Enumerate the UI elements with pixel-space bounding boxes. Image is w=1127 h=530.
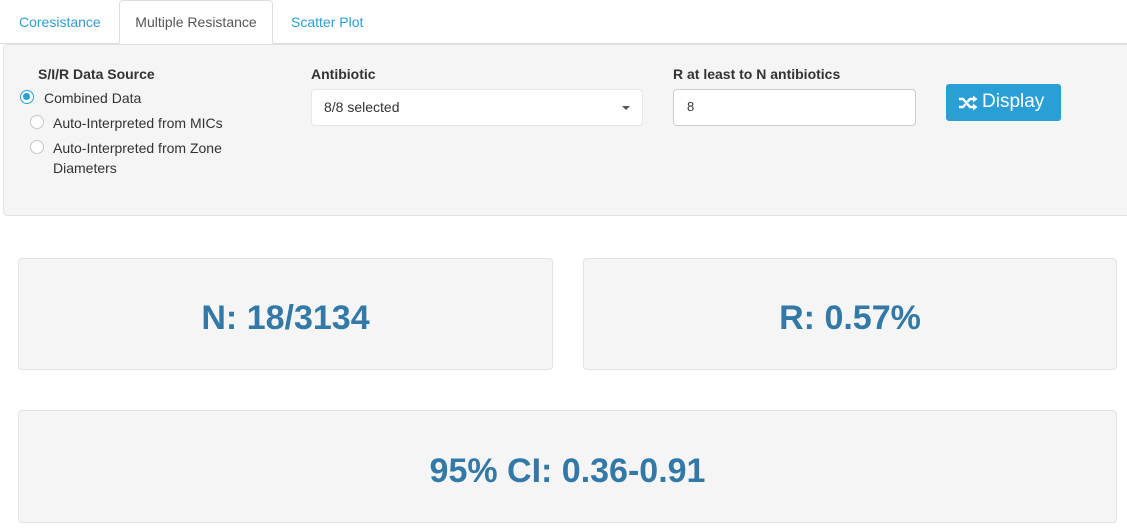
- radio-label-line1: Auto-Interpreted from Zone: [53, 140, 222, 156]
- radio-combined-data[interactable]: Combined Data: [18, 88, 218, 108]
- antibiotic-select-value: 8/8 selected: [324, 99, 400, 115]
- display-button[interactable]: Display: [946, 84, 1061, 121]
- controls-panel: S/I/R Data Source Combined Data Auto-Int…: [3, 44, 1127, 216]
- tab-bar: Coresistance Multiple Resistance Scatter…: [0, 0, 1127, 44]
- r-stat-box: R: 0.57%: [583, 258, 1117, 370]
- r-at-least-input-value: 8: [687, 99, 695, 114]
- antibiotic-label: Antibiotic: [311, 66, 376, 82]
- radio-button[interactable]: [30, 140, 44, 154]
- radio-button[interactable]: [30, 115, 44, 129]
- radio-button-checked[interactable]: [20, 90, 34, 104]
- radio-auto-zone[interactable]: Auto-Interpreted from Zone Diameters: [28, 138, 268, 178]
- radio-label: Combined Data: [44, 90, 142, 106]
- tab-multiple-resistance[interactable]: Multiple Resistance: [119, 0, 273, 44]
- r-at-least-label: R at least to N antibiotics: [673, 66, 841, 82]
- display-button-label: Display: [982, 91, 1045, 112]
- tab-scatter-plot[interactable]: Scatter Plot: [291, 0, 363, 42]
- r-at-least-input[interactable]: 8: [673, 89, 916, 126]
- radio-label: Auto-Interpreted from MICs: [53, 115, 223, 131]
- radio-label-line2: Diameters: [53, 160, 117, 176]
- ci-stat-box: 95% CI: 0.36-0.91: [18, 410, 1117, 523]
- antibiotic-select[interactable]: 8/8 selected: [311, 89, 643, 126]
- tab-coresistance[interactable]: Coresistance: [19, 0, 101, 42]
- radio-auto-mics[interactable]: Auto-Interpreted from MICs: [28, 113, 248, 133]
- shuffle-icon: [959, 95, 978, 111]
- ci-stat-value: 95% CI: 0.36-0.91: [429, 452, 706, 490]
- n-stat-box: N: 18/3134: [18, 258, 553, 370]
- r-stat-value: R: 0.57%: [779, 299, 921, 337]
- data-source-label: S/I/R Data Source: [38, 66, 155, 82]
- caret-down-icon: [622, 106, 630, 110]
- n-stat-value: N: 18/3134: [201, 299, 370, 337]
